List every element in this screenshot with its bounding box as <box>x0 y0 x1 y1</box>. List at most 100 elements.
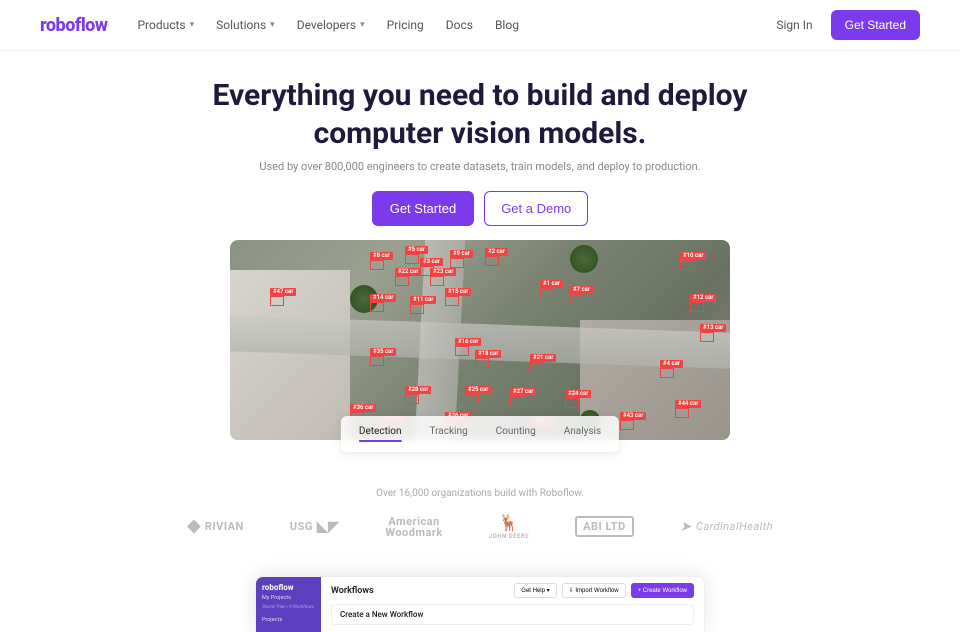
logo-johndeere: 🦌JOHN DEERE <box>489 513 529 540</box>
nav-solutions[interactable]: Solutions ▾ <box>216 18 275 32</box>
social-proof: Over 16,000 organizations build with Rob… <box>0 488 960 540</box>
logo-rivian: RIVIAN <box>187 520 244 534</box>
detection-bbox: #28 car <box>405 386 431 394</box>
logo-text: American <box>388 516 439 527</box>
deer-icon: 🦌 <box>499 513 519 532</box>
hero-title-line2: computer vision models. <box>314 116 647 151</box>
download-icon: ⇩ <box>569 588 574 594</box>
nav-label: Products <box>137 18 185 32</box>
logo-abi: ABI LTD <box>575 516 634 537</box>
import-workflow-button[interactable]: ⇩ Import Workflow <box>562 583 626 598</box>
detection-bbox: #3 car <box>420 258 443 266</box>
nav-products[interactable]: Products ▾ <box>137 18 194 32</box>
detection-bbox: #10 car <box>680 252 706 260</box>
logo-text: RIVIAN <box>205 520 244 533</box>
get-started-button[interactable]: Get Started <box>831 10 920 40</box>
bird-icon: ➤ <box>680 519 692 535</box>
detection-bbox: #21 car <box>530 354 556 362</box>
app-main: Workflows Get Help ▾ ⇩ Import Workflow +… <box>321 577 704 632</box>
create-workflow-button[interactable]: + Create Workflow <box>631 583 694 598</box>
import-label: Import Workflow <box>575 588 618 594</box>
nav-label: Developers <box>297 18 356 32</box>
detection-bbox: #5 car <box>405 246 428 254</box>
tree-shape <box>570 245 598 273</box>
nav-blog[interactable]: Blog <box>495 18 519 32</box>
detection-bbox: #25 car <box>465 386 491 394</box>
detection-bbox: #1 car <box>540 280 563 288</box>
app-sidebar-sub: Starter Plan • 0 Workflows <box>262 605 315 611</box>
detection-bbox: #12 car <box>690 294 716 302</box>
logo-text: Woodmark <box>385 527 442 538</box>
hero-subtitle: Used by over 800,000 engineers to create… <box>20 160 940 173</box>
logo-woodmark: AmericanWoodmark <box>385 516 442 538</box>
detection-bbox: #47 car <box>270 288 296 296</box>
detection-bbox: #44 car <box>675 400 701 408</box>
nav-pricing[interactable]: Pricing <box>387 18 424 32</box>
nav-docs[interactable]: Docs <box>446 18 473 32</box>
app-header: Workflows Get Help ▾ ⇩ Import Workflow +… <box>331 583 694 598</box>
logo[interactable]: roboflow <box>40 15 107 36</box>
tab-tracking[interactable]: Tracking <box>416 420 482 448</box>
chevron-down-icon: ▾ <box>547 588 550 594</box>
detection-bbox: #15 car <box>445 288 471 296</box>
hero-image-wrap: #8 car #5 car #3 car #9 car #2 car #22 car #23… <box>230 240 730 440</box>
hero-get-started-button[interactable]: Get Started <box>372 191 474 226</box>
nav-label: Solutions <box>216 18 266 32</box>
app-sidebar-title: My Projects <box>262 595 315 602</box>
help-label: Get Help <box>521 588 545 594</box>
site-header: roboflow Products ▾ Solutions ▾ Developers… <box>0 0 960 51</box>
hero-title-line1: Everything you need to build and deploy <box>213 78 748 113</box>
detection-bbox: #8 car <box>370 252 393 260</box>
app-preview: roboflow My Projects Starter Plan • 0 Wo… <box>255 576 705 632</box>
chevron-down-icon: ▾ <box>360 20 365 30</box>
chevron-down-icon: ▾ <box>270 20 275 30</box>
detection-bbox: #27 car <box>510 388 536 396</box>
app-page-title: Workflows <box>331 586 374 596</box>
chevron-down-icon: ▾ <box>190 20 195 30</box>
rivian-icon <box>187 520 201 534</box>
demo-tabs: Detection Tracking Counting Analysis <box>341 416 619 452</box>
app-sidebar-nav[interactable]: Projects <box>262 617 315 624</box>
client-logos: RIVIAN USG ◣◤ AmericanWoodmark 🦌JOHN DEER… <box>0 513 960 540</box>
logo-cardinal: ➤ CardinalHealth <box>680 519 773 535</box>
logo-text: JOHN DEERE <box>489 533 529 540</box>
hero-demo-image: #8 car #5 car #3 car #9 car #2 car #22 car #23… <box>230 240 730 440</box>
create-workflow-card[interactable]: Create a New Workflow <box>331 604 694 625</box>
detection-bbox: #9 car <box>450 250 473 258</box>
detection-bbox: #13 car <box>700 324 726 332</box>
signin-link[interactable]: Sign In <box>776 18 812 32</box>
hero-buttons: Get Started Get a Demo <box>20 191 940 226</box>
header-right: Sign In Get Started <box>776 10 920 40</box>
app-sidebar: roboflow My Projects Starter Plan • 0 Wo… <box>256 577 321 632</box>
detection-bbox: #24 car <box>565 390 591 398</box>
hero-get-demo-button[interactable]: Get a Demo <box>484 191 588 226</box>
tab-analysis[interactable]: Analysis <box>550 420 615 448</box>
usg-icon: ◣◤ <box>317 519 340 535</box>
hero-section: Everything you need to build and deploy … <box>0 51 960 440</box>
get-help-button[interactable]: Get Help ▾ <box>514 583 556 598</box>
app-logo: roboflow <box>262 583 315 592</box>
detection-bbox: #43 car <box>620 412 646 420</box>
app-actions: Get Help ▾ ⇩ Import Workflow + Create Wo… <box>514 583 694 598</box>
detection-bbox: #18 car <box>475 350 501 358</box>
detection-bbox: #14 car <box>370 294 396 302</box>
detection-bbox: #4 car <box>660 360 683 368</box>
tab-counting[interactable]: Counting <box>482 420 550 448</box>
tab-detection[interactable]: Detection <box>345 420 416 448</box>
main-nav: Products ▾ Solutions ▾ Developers ▾ Pricing… <box>137 18 518 32</box>
detection-bbox: #35 car <box>370 348 396 356</box>
logo-text: CardinalHealth <box>696 520 773 533</box>
detection-bbox: #2 car <box>485 248 508 256</box>
detection-bbox: #16 car <box>455 338 481 346</box>
detection-bbox: #23 car <box>430 268 456 276</box>
hero-title: Everything you need to build and deploy … <box>20 77 940 152</box>
social-proof-text: Over 16,000 organizations build with Rob… <box>0 488 960 499</box>
logo-usg: USG ◣◤ <box>290 519 340 535</box>
detection-bbox: #22 car <box>395 268 421 276</box>
detection-bbox: #11 car <box>410 296 436 304</box>
nav-developers[interactable]: Developers ▾ <box>297 18 365 32</box>
detection-bbox: #36 car <box>350 404 376 412</box>
logo-text: USG <box>290 520 313 533</box>
detection-bbox: #7 car <box>570 286 593 294</box>
header-left: roboflow Products ▾ Solutions ▾ Developers… <box>40 15 519 36</box>
